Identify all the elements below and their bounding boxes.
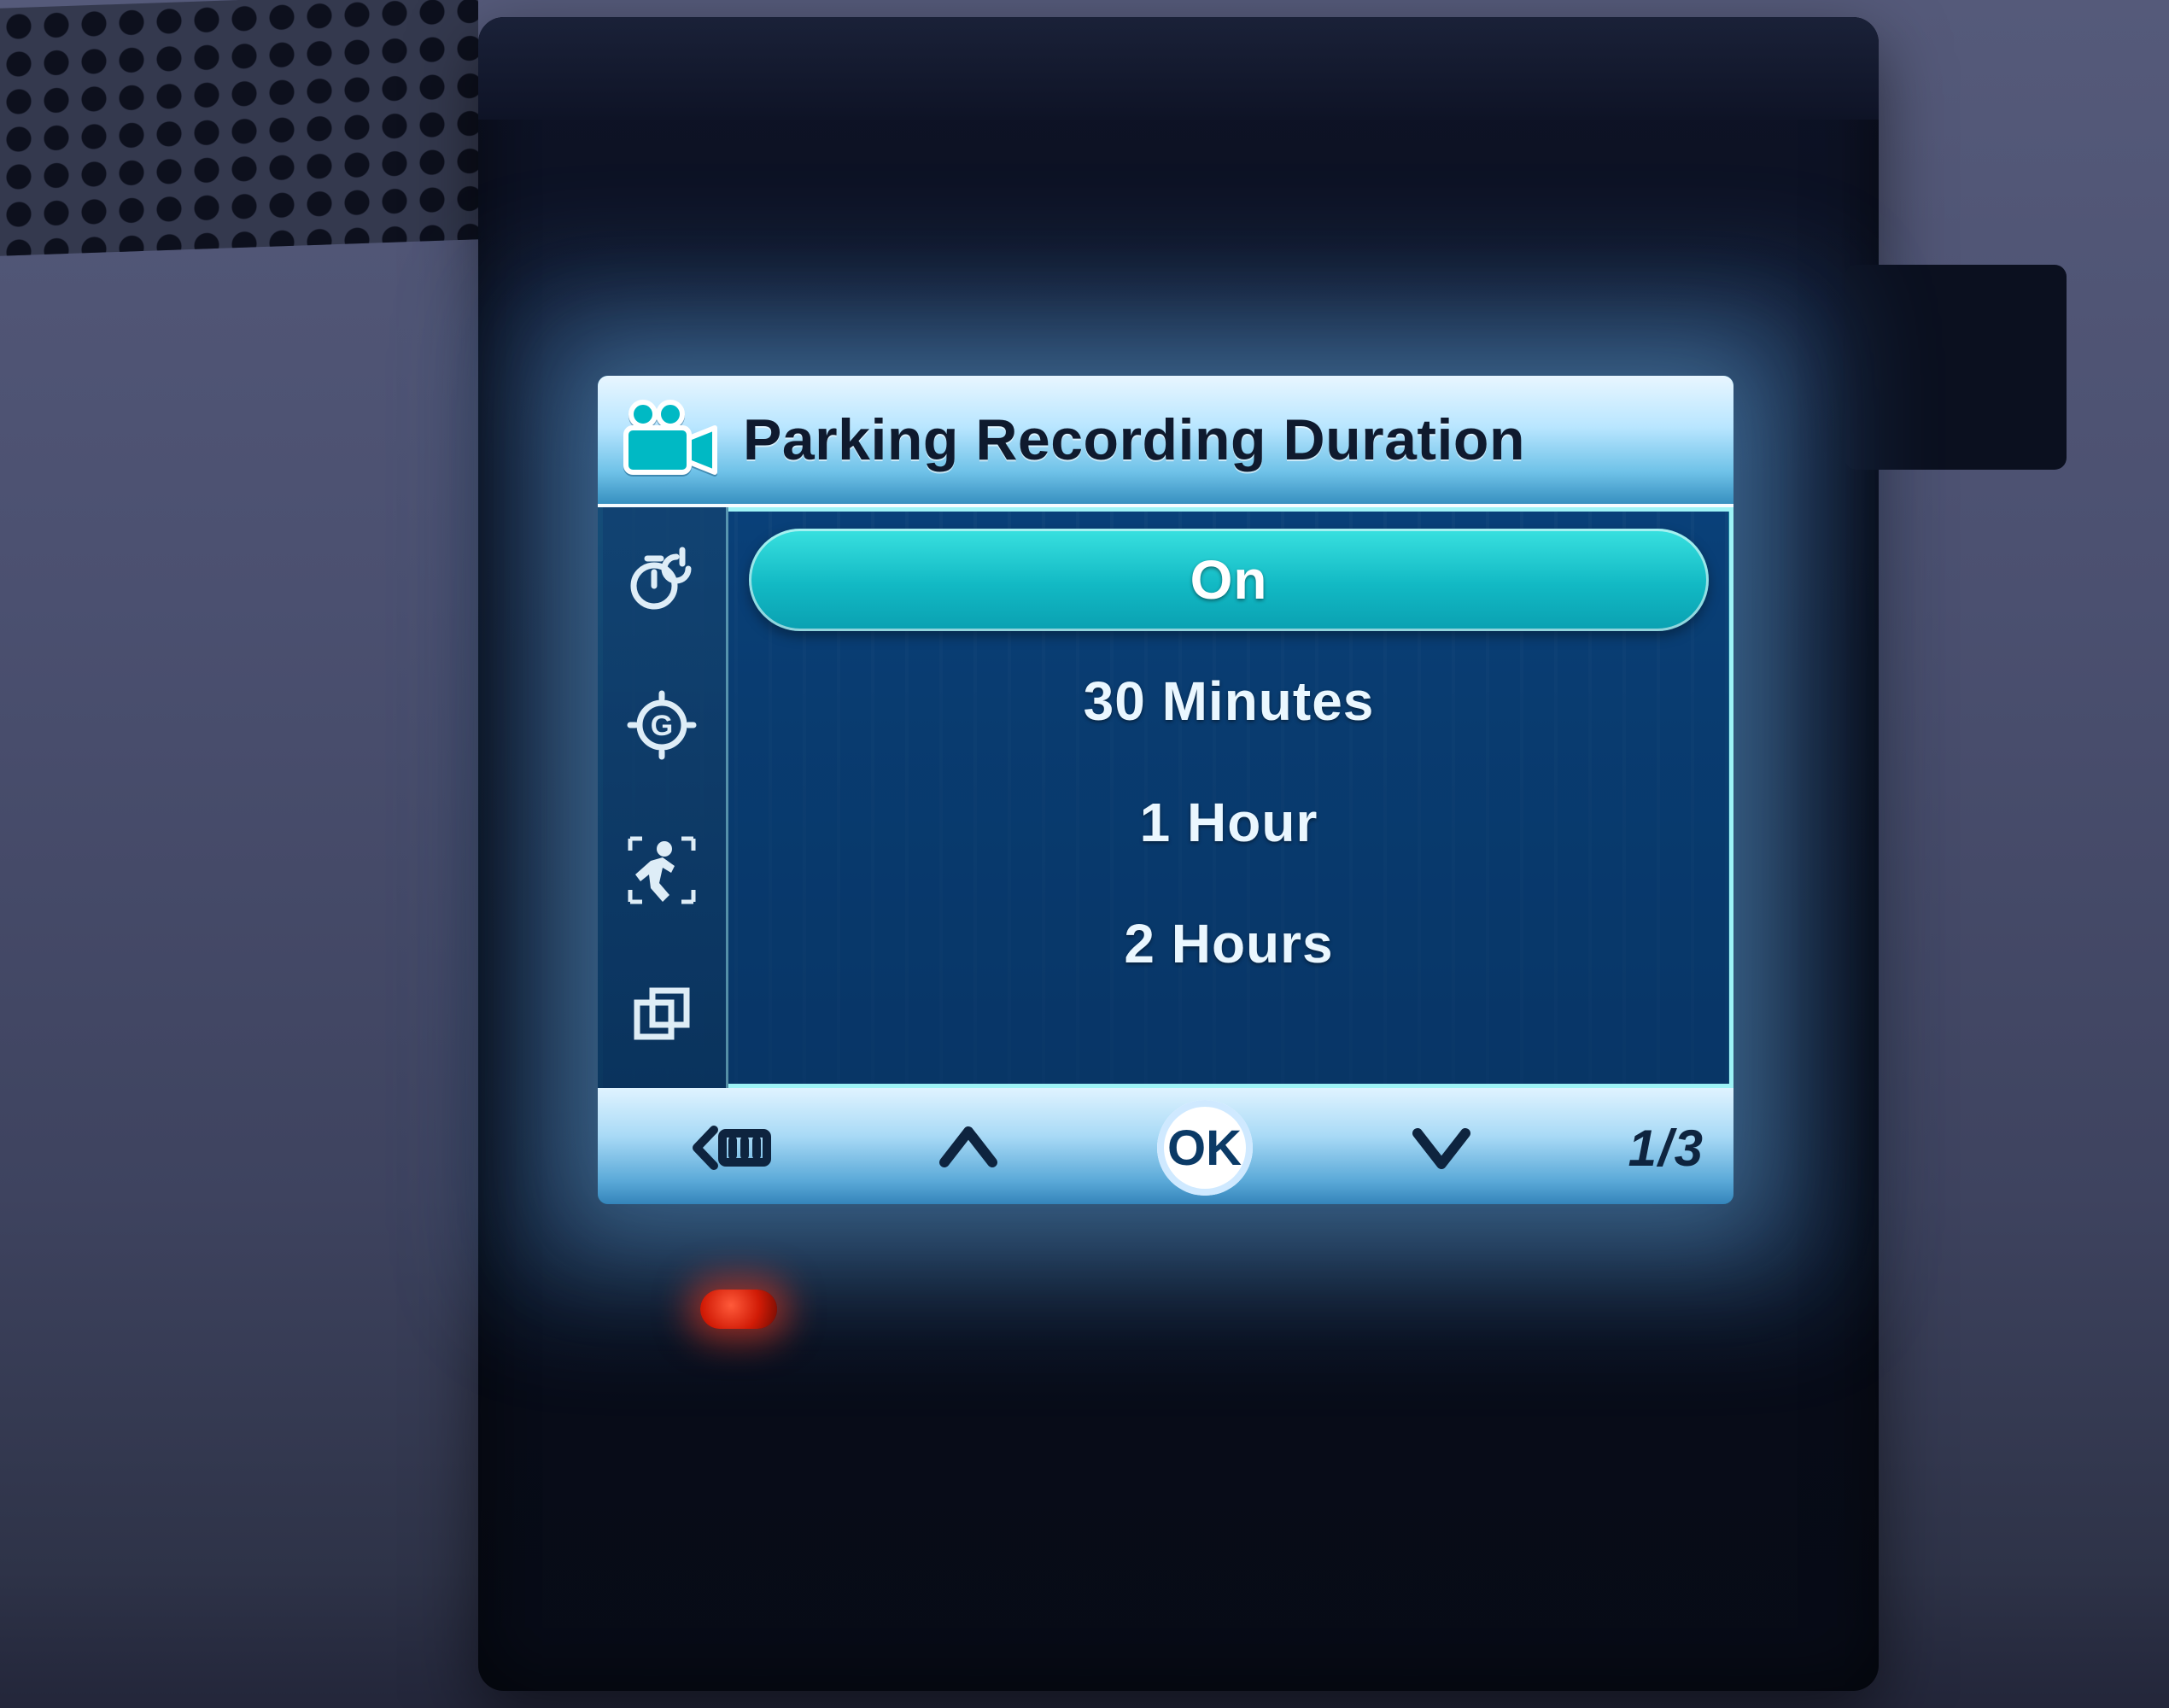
up-button[interactable] (850, 1118, 1086, 1178)
video-camera-icon (598, 376, 743, 504)
option-on[interactable]: On (749, 529, 1709, 631)
up-arrow-icon (934, 1118, 1003, 1178)
down-button[interactable] (1323, 1118, 1559, 1178)
timer-power-icon[interactable] (598, 507, 726, 652)
menu-footer: OK 1/3 (598, 1088, 1733, 1204)
page-indicator: 1/3 (1559, 1119, 1718, 1178)
svg-text:G: G (651, 710, 673, 742)
menu-title: Parking Recording Duration (743, 407, 1733, 473)
back-button[interactable] (613, 1118, 850, 1178)
perforated-panel (0, 0, 478, 256)
option-1-hour[interactable]: 1 Hour (749, 771, 1709, 874)
menu-body: G (598, 507, 1733, 1088)
down-arrow-icon (1407, 1118, 1476, 1178)
ok-button[interactable]: OK (1086, 1100, 1323, 1196)
menu-header: Parking Recording Duration (598, 376, 1733, 507)
options-panel: On 30 Minutes 1 Hour 2 Hours (728, 507, 1733, 1088)
ok-label: OK (1157, 1100, 1253, 1196)
dashcam-mount (1845, 265, 2067, 470)
menu-sidebar: G (598, 507, 728, 1088)
rec-led (700, 1290, 777, 1329)
dashcam-screen: Parking Recording Duration (598, 376, 1733, 1204)
overlap-icon[interactable] (598, 943, 726, 1088)
g-sensor-icon[interactable]: G (598, 652, 726, 798)
motion-detect-icon[interactable] (598, 798, 726, 943)
back-icon (685, 1118, 779, 1178)
option-2-hours[interactable]: 2 Hours (749, 892, 1709, 995)
option-30-minutes[interactable]: 30 Minutes (749, 650, 1709, 752)
